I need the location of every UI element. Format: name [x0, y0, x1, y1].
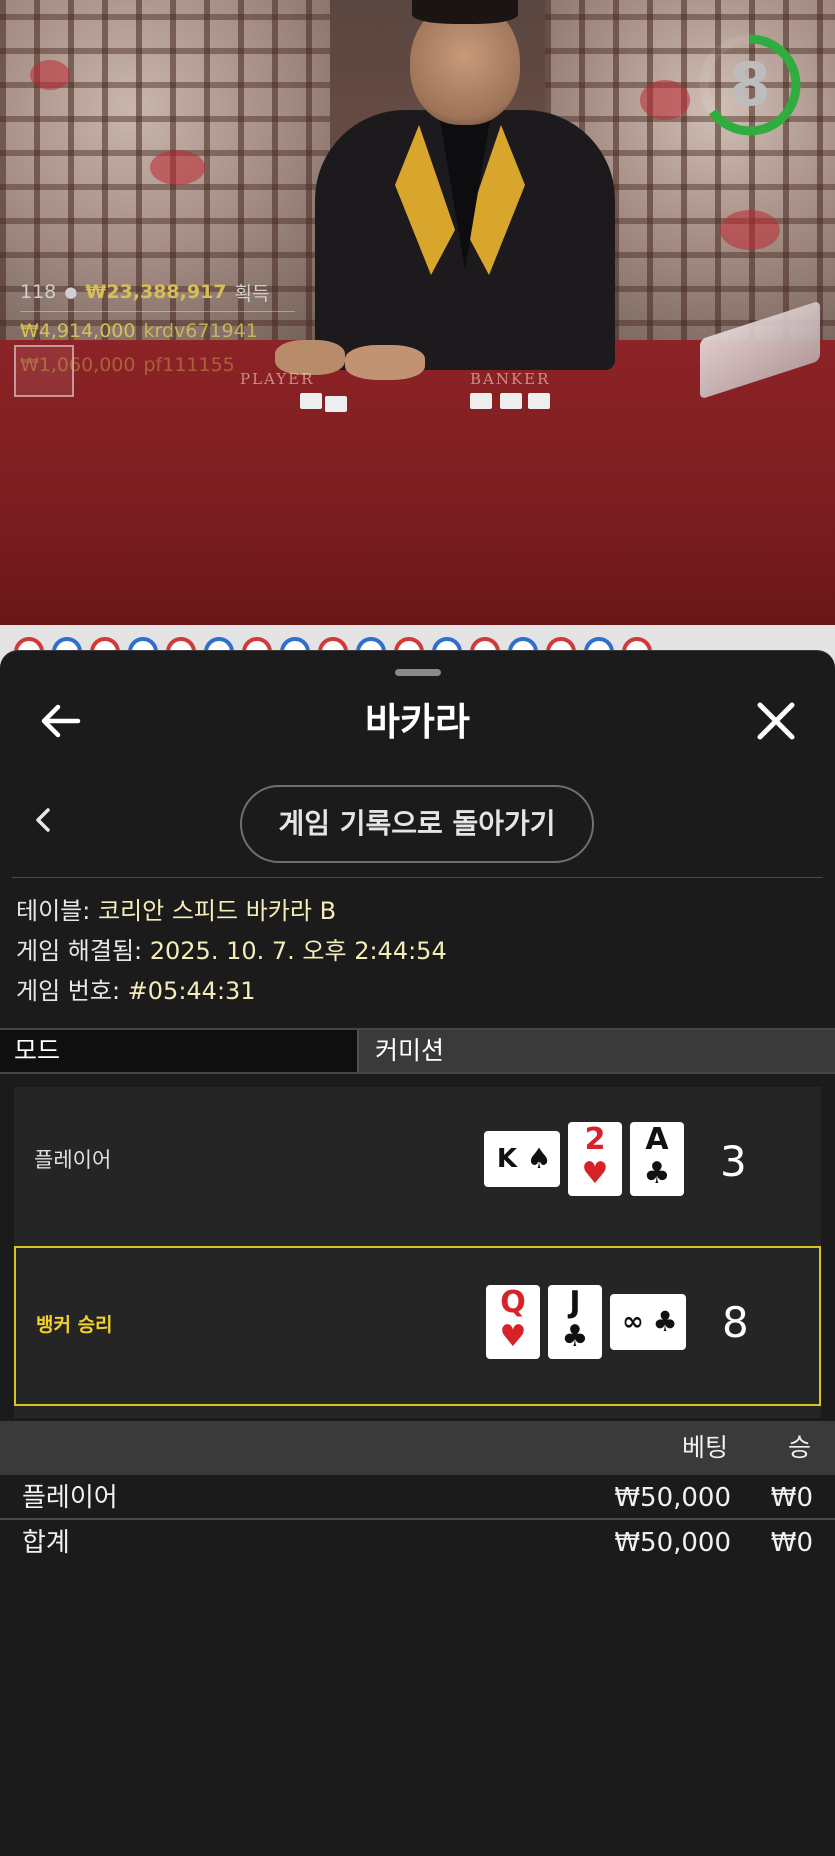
table-card: [500, 393, 522, 409]
player-hand-row: 플레이어 K ♠ 2 ♥ A ♣ 3: [14, 1087, 821, 1247]
table-name: 코리안 스피드 바카라 B: [97, 897, 337, 925]
resolved-info: 게임 해결됨: 2025. 10. 7. 오후 2:44:54: [16, 937, 447, 965]
blossom-decor: [640, 80, 690, 120]
player-cards: K ♠ 2 ♥ A ♣: [484, 1122, 684, 1196]
game-details: 테이블: 코리안 스피드 바카라 B 게임 해결됨: 2025. 10. 7. …: [16, 891, 447, 1011]
total-win: ₩0: [770, 1528, 813, 1558]
mode-tabs: 모드 커미션: [0, 1028, 835, 1074]
winner-user: pf111155: [143, 354, 235, 376]
resolved-time: 2025. 10. 7. 오후 2:44:54: [149, 937, 447, 965]
sheet-drag-handle[interactable]: [395, 669, 441, 676]
table-card: [300, 393, 322, 409]
card-rank: K: [496, 1144, 518, 1174]
column-bet: 베팅: [682, 1433, 729, 1462]
playing-card: J ♣: [548, 1285, 602, 1359]
table-card: [528, 393, 550, 409]
card-suit-icon: ♣: [561, 1319, 589, 1354]
win-amount: ₩0: [770, 1483, 813, 1513]
card-rank: J: [569, 1285, 581, 1320]
table-row: 플레이어 ₩50,000 ₩0: [0, 1476, 835, 1520]
stats-divider: [20, 311, 295, 312]
total-name: 합계: [22, 1528, 70, 1558]
felt-banker-label: BANKER: [470, 370, 551, 388]
winner-amount: ₩1,060,000: [20, 354, 136, 376]
blossom-decor: [150, 150, 205, 185]
banker-cards: Q ♥ J ♣ ∞ ♣: [486, 1285, 686, 1359]
banker-win-label: 뱅커 승리: [36, 1314, 113, 1336]
bets-table-header: 베팅 승: [0, 1421, 835, 1475]
total-winnings: ₩23,388,917: [85, 281, 227, 303]
live-video-stream: PLAYER BANKER 8 118 ● ₩23,388,917 획득 ₩4,…: [0, 0, 835, 625]
divider: [12, 877, 823, 878]
playing-card: 2 ♥: [568, 1122, 622, 1196]
winners-panel: 118 ● ₩23,388,917 획득 ₩4,914,000 krdv6719…: [20, 275, 295, 382]
divider: [0, 1518, 835, 1520]
card-suit-icon: ♥: [581, 1156, 609, 1191]
card-rank: 2: [584, 1122, 606, 1157]
winnings-label: 획득: [234, 282, 270, 305]
winner-user: krdv671941: [143, 320, 258, 342]
bet-name: 플레이어: [22, 1483, 118, 1513]
table-card: [325, 396, 347, 412]
total-bet: ₩50,000: [614, 1528, 731, 1558]
table-info: 테이블: 코리안 스피드 바카라 B: [16, 897, 337, 925]
dealer-hand: [345, 345, 425, 380]
tab-commission[interactable]: 커미션: [359, 1030, 835, 1072]
banker-score: 8: [722, 1298, 749, 1347]
card-suit-icon: ♣: [643, 1156, 671, 1191]
card-suit-icon: ♣: [652, 1305, 678, 1338]
blossom-decor: [30, 60, 70, 90]
page-title: 바카라: [365, 700, 470, 744]
card-rank: ∞: [622, 1307, 644, 1337]
table-card: [470, 393, 492, 409]
banker-hand-row: 뱅커 승리 Q ♥ J ♣ ∞ ♣ 8: [14, 1246, 821, 1406]
column-win: 승: [788, 1433, 812, 1462]
blossom-decor: [720, 210, 780, 250]
player-score: 3: [720, 1137, 747, 1186]
card-suit-icon: ♠: [526, 1142, 552, 1175]
close-icon[interactable]: [754, 699, 798, 743]
players-count: 118: [20, 281, 57, 303]
playing-card: A ♣: [630, 1122, 684, 1196]
player-label: 플레이어: [34, 1148, 112, 1172]
card-rank: A: [645, 1122, 669, 1157]
playing-card: K ♠: [484, 1131, 560, 1187]
winner-amount: ₩4,914,000: [20, 320, 136, 342]
table-row: 합계 ₩50,000 ₩0: [0, 1521, 835, 1565]
card-suit-icon: ♥: [499, 1319, 527, 1354]
back-to-history-button[interactable]: 게임 기록으로 돌아가기: [240, 785, 594, 863]
chevron-left-icon[interactable]: [28, 804, 60, 836]
hands-panel: 플레이어 K ♠ 2 ♥ A ♣ 3 뱅커 승리 Q ♥ J ♣ ∞ ♣ 8: [14, 1087, 821, 1418]
countdown-number: 8: [729, 50, 771, 120]
user-icon: ●: [64, 283, 78, 301]
tab-mode[interactable]: 모드: [0, 1030, 359, 1072]
playing-card: ∞ ♣: [610, 1294, 686, 1350]
game-number-info: 게임 번호: #05:44:31: [16, 977, 256, 1005]
game-number: #05:44:31: [127, 977, 256, 1005]
dealer-hair: [412, 0, 518, 24]
bet-amount: ₩50,000: [614, 1483, 731, 1513]
playing-card: Q ♥: [486, 1285, 540, 1359]
card-rank: Q: [500, 1285, 526, 1320]
